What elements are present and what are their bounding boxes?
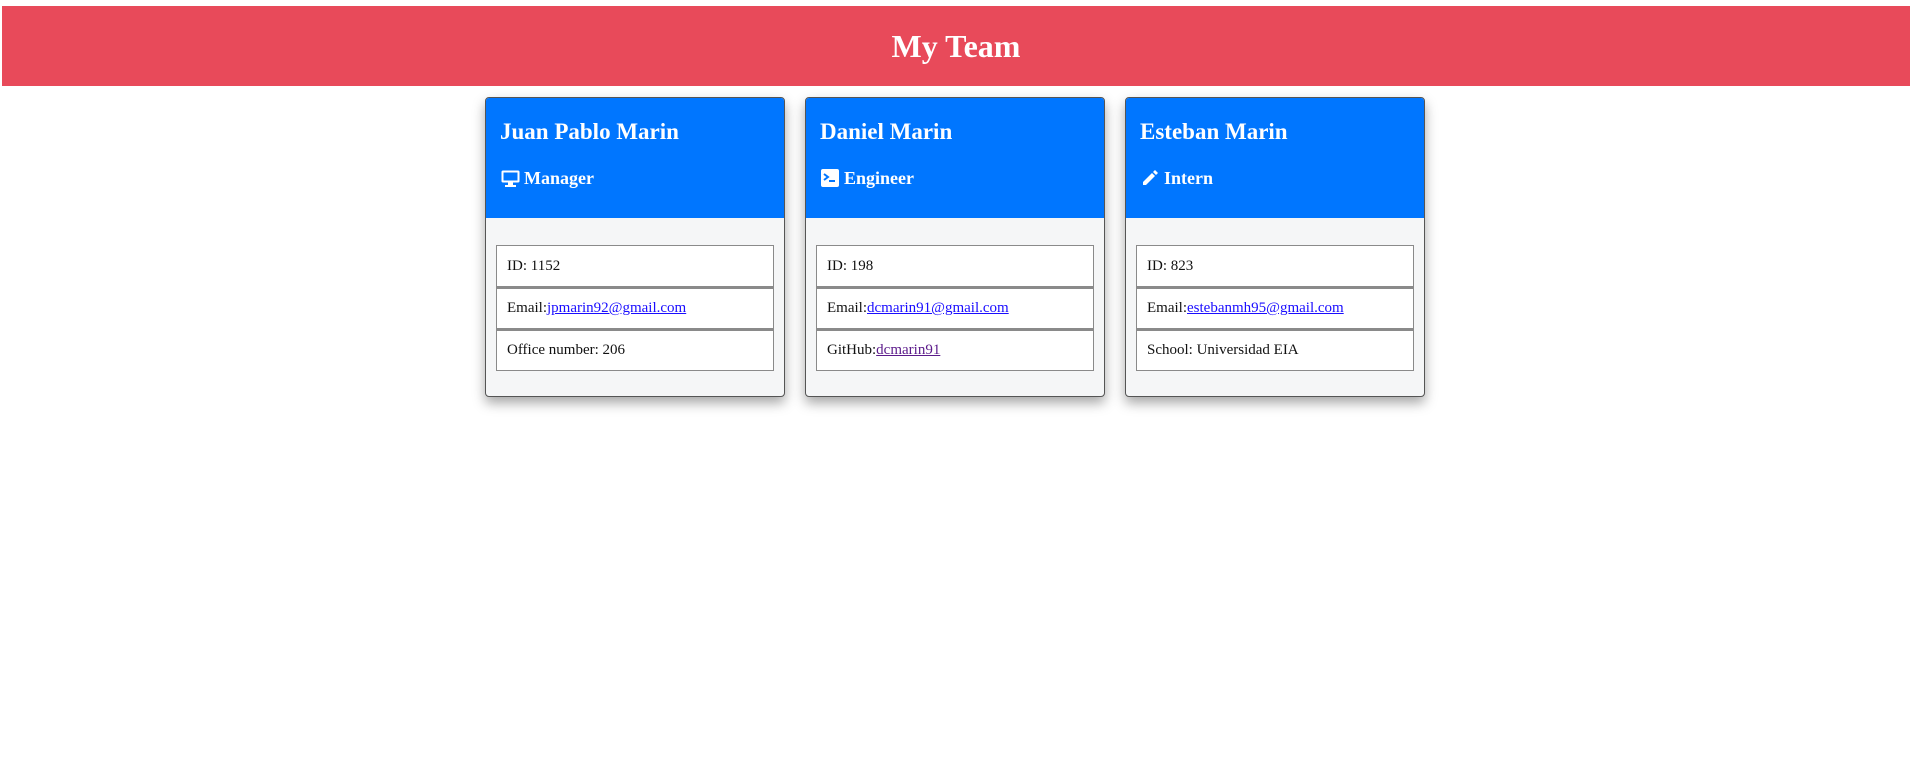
email-link[interactable]: estebanmh95@gmail.com <box>1187 300 1344 317</box>
employee-name: Daniel Marin <box>820 119 953 144</box>
pencil-icon <box>1140 168 1160 188</box>
terminal-icon <box>820 168 840 188</box>
card-header: Esteban Marin Intern <box>1126 98 1424 218</box>
email-item: Email: jpmarin92@gmail.com <box>496 287 774 329</box>
employee-role: Manager <box>500 168 770 189</box>
role-label: Intern <box>1164 167 1213 188</box>
employee-card-engineer: Daniel Marin Engineer ID: 198 Email: dcma… <box>805 97 1105 397</box>
employee-card-manager: Juan Pablo Marin Manager ID: 1152 Email:… <box>485 97 785 397</box>
school-item: School: Universidad EIA <box>1136 329 1414 371</box>
id-item: ID: 1152 <box>496 245 774 287</box>
email-prefix: Email: <box>507 300 547 316</box>
role-label: Manager <box>524 167 594 188</box>
role-label: Engineer <box>844 167 914 188</box>
email-link[interactable]: jpmarin92@gmail.com <box>547 300 686 317</box>
id-item: ID: 823 <box>1136 245 1414 287</box>
email-link[interactable]: dcmarin91@gmail.com <box>867 300 1009 317</box>
employee-name: Juan Pablo Marin <box>500 119 679 144</box>
info-list: ID: 823 Email: estebanmh95@gmail.com Scho… <box>1136 245 1414 371</box>
email-prefix: Email: <box>827 300 867 316</box>
card-header: Daniel Marin Engineer <box>806 98 1104 218</box>
page-title: My Team <box>891 27 1021 64</box>
office-number-item: Office number: 206 <box>496 329 774 371</box>
card-body: ID: 1152 Email: jpmarin92@gmail.com Offic… <box>486 218 784 396</box>
employee-role: Intern <box>1140 168 1410 189</box>
employee-name: Esteban Marin <box>1140 119 1288 144</box>
team-cards: Juan Pablo Marin Manager ID: 1152 Email:… <box>485 97 1425 397</box>
email-prefix: Email: <box>1147 300 1187 316</box>
employee-card-intern: Esteban Marin Intern ID: 823 Email: esteb… <box>1125 97 1425 397</box>
employee-role: Engineer <box>820 168 1090 189</box>
id-item: ID: 198 <box>816 245 1094 287</box>
github-prefix: GitHub: <box>827 342 877 358</box>
monitor-icon <box>500 168 520 188</box>
github-link[interactable]: dcmarin91 <box>876 342 940 359</box>
github-item: GitHub: dcmarin91 <box>816 329 1094 371</box>
email-item: Email: estebanmh95@gmail.com <box>1136 287 1414 329</box>
info-list: ID: 1152 Email: jpmarin92@gmail.com Offic… <box>496 245 774 371</box>
info-list: ID: 198 Email: dcmarin91@gmail.com GitHub… <box>816 245 1094 371</box>
page-header: My Team <box>2 6 1910 86</box>
card-body: ID: 198 Email: dcmarin91@gmail.com GitHub… <box>806 218 1104 396</box>
card-header: Juan Pablo Marin Manager <box>486 98 784 218</box>
email-item: Email: dcmarin91@gmail.com <box>816 287 1094 329</box>
card-body: ID: 823 Email: estebanmh95@gmail.com Scho… <box>1126 218 1424 396</box>
